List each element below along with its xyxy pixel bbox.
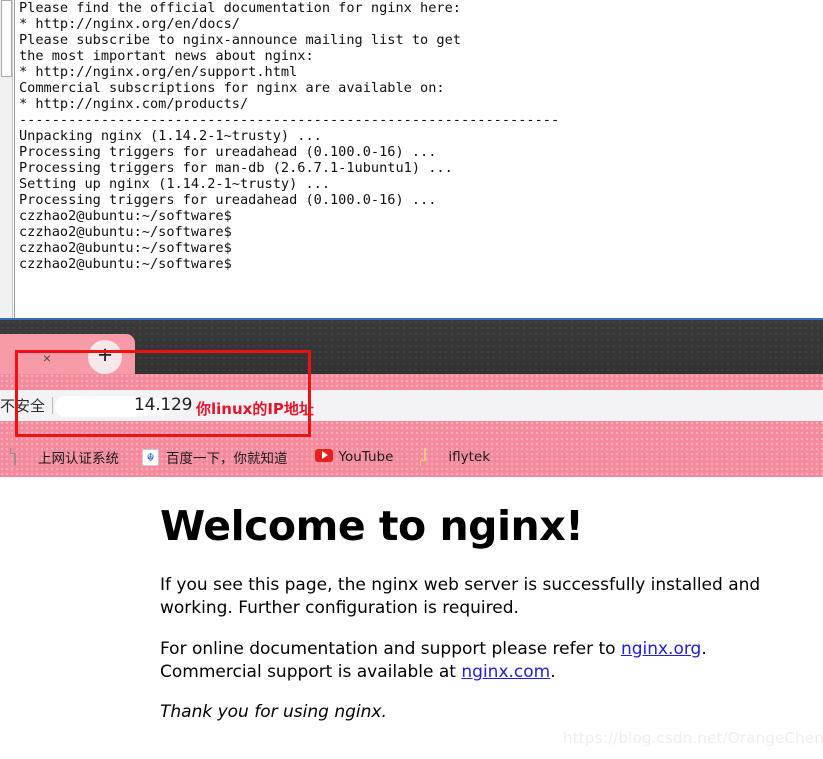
bookmark-item-youtube[interactable]: YouTube	[314, 437, 394, 477]
docs-text-pre: For online documentation and support ple…	[160, 638, 621, 659]
bookmark-item-wangluo[interactable]: 上网认证系统	[14, 437, 119, 477]
bookmark-label: 上网认证系统	[38, 451, 119, 467]
bookmark-item-baidu[interactable]: ☬ 百度一下，你就知道	[142, 437, 288, 477]
watermark-text: https://blog.csdn.net/OrangeChenZ	[563, 729, 823, 747]
terminal-line: Processing triggers for man-db (2.6.7.1-…	[19, 160, 453, 176]
terminal-line: Processing triggers for ureadahead (0.10…	[19, 192, 437, 208]
page-paragraph-install: If you see this page, the nginx web serv…	[160, 575, 761, 619]
youtube-icon	[314, 448, 333, 466]
terminal-line: the most important news about nginx:	[19, 48, 314, 64]
browser-window: × + 不安全 14.129 你linux的IP地址 上网认证系统 ☬ 百度一下…	[0, 318, 823, 759]
bookmark-item-iflytek[interactable]: iflytek	[424, 437, 490, 477]
terminal-line: Commercial subscriptions for nginx are a…	[19, 80, 445, 96]
toolbar-band-mid	[0, 421, 823, 437]
terminal-line: Please subscribe to nginx-announce maili…	[19, 32, 461, 48]
page-content: Welcome to nginx! If you see this page, …	[0, 477, 823, 724]
ip-annotation-text: 你linux的IP地址	[196, 400, 314, 418]
folder-icon	[424, 447, 441, 466]
docs-text-post: .	[550, 661, 556, 682]
baidu-icon: ☬	[142, 448, 159, 466]
document-icon	[14, 447, 31, 466]
omnibox[interactable]: 不安全 14.129 你linux的IP地址	[0, 390, 823, 421]
terminal-scrollbar-thumb[interactable]	[1, 0, 12, 77]
terminal-separator-line: ----------------------------------------…	[19, 112, 560, 128]
toolbar-band-top	[0, 374, 823, 390]
terminal-window: Please find the official documentation f…	[0, 0, 823, 318]
omnibox-divider	[52, 397, 54, 414]
terminal-scrollbar[interactable]	[0, 0, 13, 318]
browser-tab-strip: × +	[0, 320, 823, 374]
terminal-line: Please find the official documentation f…	[19, 0, 461, 16]
terminal-output: Please find the official documentation f…	[14, 0, 823, 318]
plus-icon: +	[97, 341, 113, 369]
terminal-prompt-line: czzhao2@ubuntu:~/software$	[19, 256, 232, 272]
terminal-line: Processing triggers for ureadahead (0.10…	[19, 144, 437, 160]
page-title: Welcome to nginx!	[160, 502, 584, 550]
page-viewport: Welcome to nginx! If you see this page, …	[0, 477, 823, 759]
terminal-line: * http://nginx.org/en/docs/	[19, 16, 240, 32]
bookmark-label: YouTube	[338, 449, 394, 465]
terminal-prompt-line: czzhao2@ubuntu:~/software$	[19, 240, 232, 256]
security-indicator-label: 不安全	[0, 397, 46, 415]
nginx-com-link[interactable]: nginx.com	[461, 662, 550, 682]
terminal-line: * http://nginx.org/en/support.html	[19, 64, 298, 80]
terminal-prompt-line: czzhao2@ubuntu:~/software$	[19, 224, 232, 240]
bookmarks-bar: 上网认证系统 ☬ 百度一下，你就知道 YouTube iflytek	[0, 437, 823, 477]
bookmark-label: iflytek	[448, 449, 491, 465]
screenshot-root: Please find the official documentation f…	[0, 0, 823, 759]
url-text[interactable]: 14.129	[134, 395, 192, 415]
bookmark-label: 百度一下，你就知道	[166, 451, 288, 467]
terminal-line: * http://nginx.com/products/	[19, 96, 249, 112]
nginx-org-link[interactable]: nginx.org	[621, 639, 701, 659]
terminal-line: Setting up nginx (1.14.2-1~trusty) ...	[19, 176, 330, 192]
page-paragraph-thanks: Thank you for using nginx.	[160, 702, 387, 723]
terminal-line: Unpacking nginx (1.14.2-1~trusty) ...	[19, 128, 322, 144]
new-tab-button[interactable]: +	[88, 340, 122, 374]
page-paragraph-docs: For online documentation and support ple…	[160, 638, 783, 685]
tab-close-icon[interactable]: ×	[40, 351, 54, 365]
terminal-prompt-line: czzhao2@ubuntu:~/software$	[19, 208, 232, 224]
